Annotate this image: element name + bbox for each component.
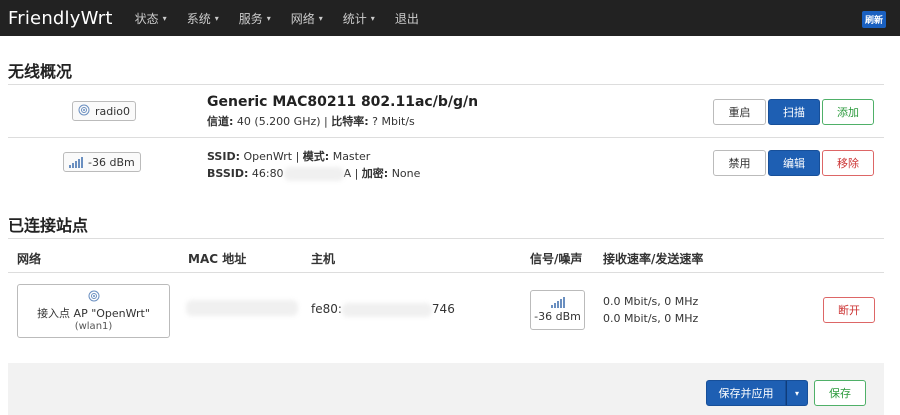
host-value: fe80: 746 [311,302,455,317]
station-signal: -36 dBm [530,290,585,330]
top-navbar: FriendlyWrt 状态 ▾ 系统 ▾ 服务 ▾ 网络 ▾ 统计 ▾ 退出 刷新 [0,0,900,36]
column-header-rate: 接收速率/发送速率 [603,252,704,266]
save-apply-group: 保存并应用 ▾ [706,380,808,406]
radio-chip-label: radio0 [95,104,131,118]
divider [8,84,884,85]
menu-network[interactable]: 网络 ▾ [291,10,323,27]
ap-label: 接入点 AP "OpenWrt" [37,307,150,320]
divider [8,238,884,239]
ssid-line: SSID: OpenWrt | 模式: Master [207,150,371,163]
menu-services[interactable]: 服务 ▾ [239,10,271,27]
signal-bars-icon [550,297,565,308]
menu-statistics[interactable]: 统计 ▾ [343,10,375,27]
caret-down-icon: ▾ [266,13,271,23]
rx-rate: 0.0 Mbit/s, 0 MHz [603,295,699,308]
refresh-badge[interactable]: 刷新 [861,11,886,28]
signal-chip-label: -36 dBm [88,155,135,169]
caret-down-icon: ▾ [162,13,167,23]
menu-logout[interactable]: 退出 [395,10,419,27]
redacted-blur [341,302,432,317]
radio-name: Generic MAC80211 802.11ac/b/g/n [207,94,479,110]
section-title-wireless: 无线概况 [8,62,73,81]
station-signal-label: -36 dBm [534,310,581,323]
bssid-line: BSSID: 46:80 A | 加密: None [207,167,421,181]
save-apply-button[interactable]: 保存并应用 [706,380,786,406]
ap-chip: 接入点 AP "OpenWrt" (wlan1) [17,284,170,338]
menu-status[interactable]: 状态 ▾ [135,10,167,27]
caret-down-icon: ▾ [318,13,323,23]
add-button[interactable]: 添加 [822,99,874,125]
column-header-mac: MAC 地址 [188,252,247,266]
scan-button[interactable]: 扫描 [768,99,820,125]
redacted-mac [186,300,298,316]
remove-button[interactable]: 移除 [822,150,874,176]
tx-rate: 0.0 Mbit/s, 0 MHz [603,312,699,325]
brand-logo[interactable]: FriendlyWrt [8,8,113,29]
save-button[interactable]: 保存 [814,380,866,406]
signal-bars-icon [69,156,83,168]
wifi-icon [88,290,100,305]
column-header-host: 主机 [311,252,336,266]
radio-details: 信道: 40 (5.200 GHz) | 比特率: ? Mbit/s [207,115,415,128]
redacted-blur [283,167,344,181]
disable-button[interactable]: 禁用 [713,150,766,176]
radio-chip: radio0 [72,101,137,121]
caret-down-icon: ▾ [370,13,375,23]
column-header-network: 网络 [17,252,42,266]
caret-down-icon: ▾ [214,13,219,23]
column-header-signal: 信号/噪声 [530,252,583,266]
ap-interface: (wlan1) [74,321,113,332]
wifi-icon [78,104,90,119]
menu-system[interactable]: 系统 ▾ [187,10,219,27]
dropdown-caret-button[interactable]: ▾ [786,380,808,406]
signal-chip: -36 dBm [63,152,141,172]
disconnect-button[interactable]: 断开 [823,297,875,323]
restart-button[interactable]: 重启 [713,99,766,125]
edit-button[interactable]: 编辑 [768,150,820,176]
divider [8,137,884,138]
section-title-stations: 已连接站点 [8,216,89,235]
